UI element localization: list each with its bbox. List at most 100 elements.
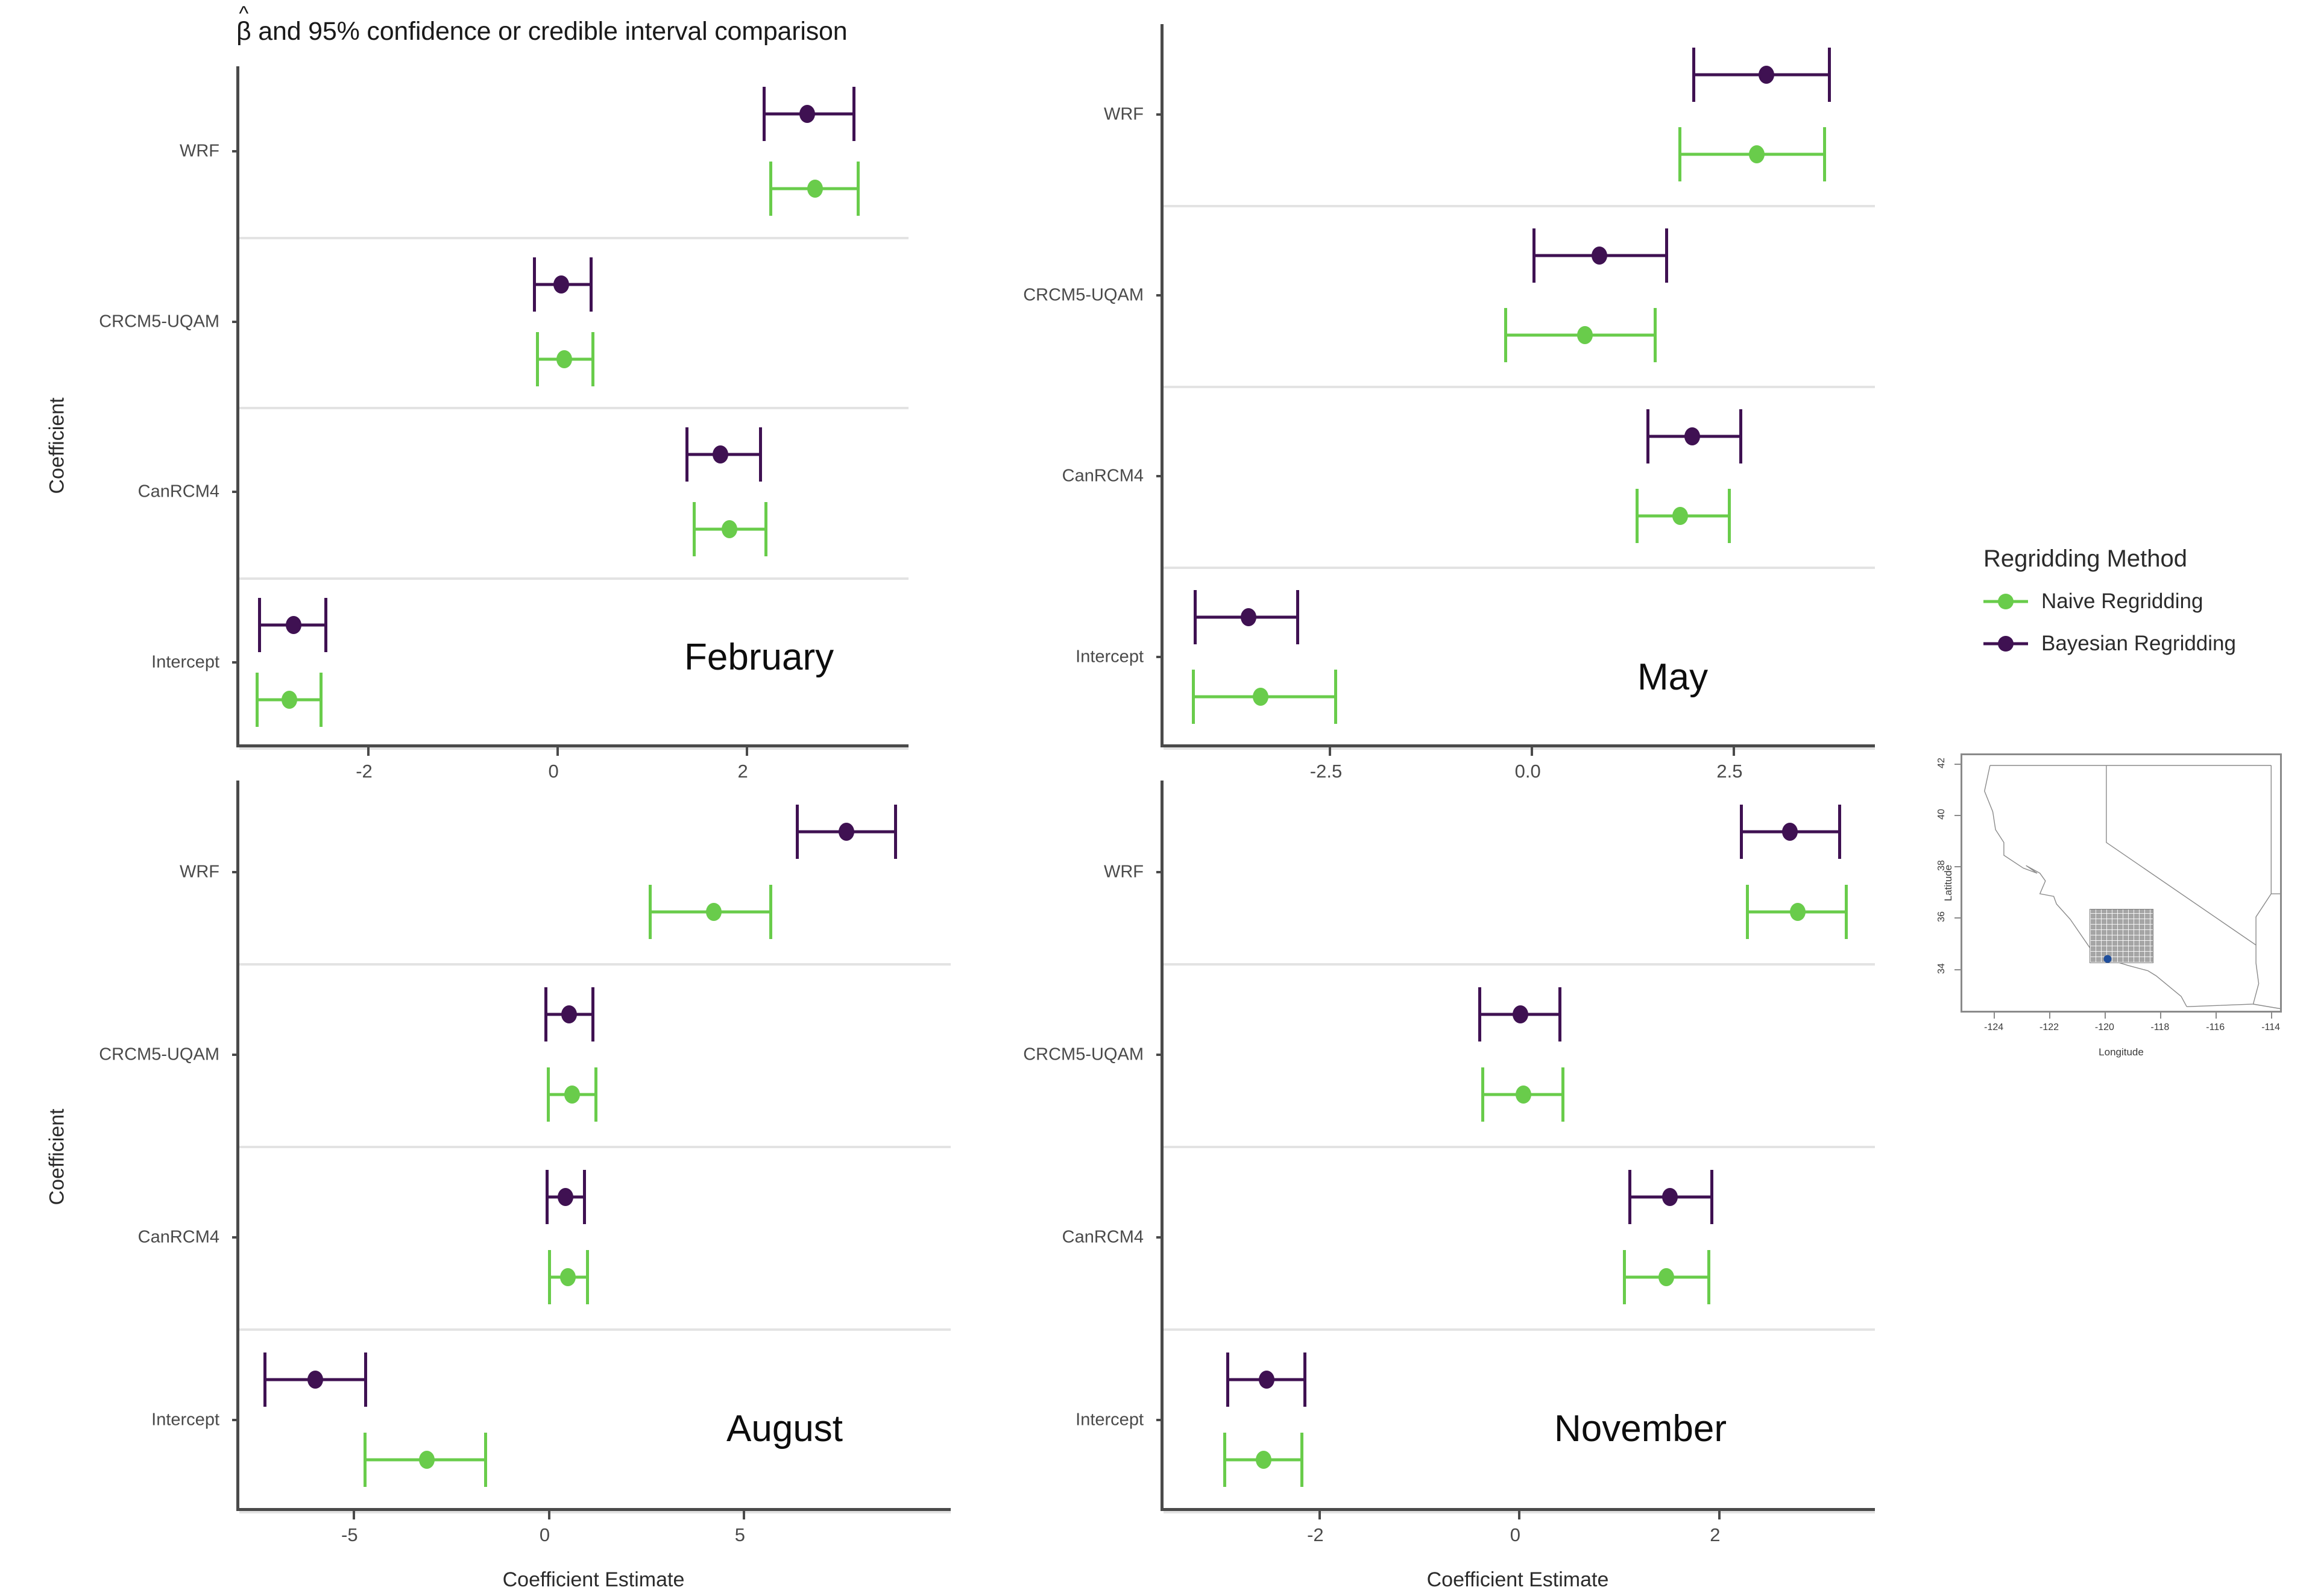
estimate-point <box>1576 326 1593 344</box>
ytick-label-wrf: WRF <box>179 141 219 161</box>
plot-area-august <box>232 781 951 1519</box>
xtick-label: 0 <box>539 1524 550 1545</box>
panel-separator <box>239 1328 951 1331</box>
estimate-point <box>1759 66 1775 84</box>
ytick-mark <box>232 870 239 873</box>
estimate-point <box>1240 608 1256 626</box>
interval-cap-left <box>1678 127 1682 181</box>
interval-cap-left <box>1623 1250 1627 1305</box>
interval-naive-canrcm4 <box>1623 1250 1710 1305</box>
legend-title: Regridding Method <box>1983 545 2187 572</box>
interval-bayesian-intercept <box>263 1352 368 1407</box>
legend-item-naive[interactable]: Naive Regridding <box>1983 589 2236 614</box>
ytick-mark <box>1156 294 1164 297</box>
interval-bayesian-wrf <box>1740 804 1841 859</box>
interval-cap-right <box>585 1250 589 1305</box>
ytick-mark <box>1156 870 1164 873</box>
interval-cap-right <box>1710 1169 1713 1224</box>
interval-naive-crcm5-uqam <box>1504 308 1657 362</box>
xtick-mark <box>1518 1511 1521 1519</box>
ytick-mark <box>232 1418 239 1421</box>
xtick-mark <box>1318 1511 1321 1519</box>
xtick-label: 2.5 <box>1716 761 1743 782</box>
legend-label-bayesian: Bayesian Regridding <box>2041 632 2236 655</box>
xtick-mark <box>556 747 559 756</box>
map-lat-tickmark <box>1954 866 1961 868</box>
estimate-point <box>705 903 722 922</box>
estimate-point <box>1684 427 1701 445</box>
panel-separator <box>1164 963 1875 966</box>
interval-cap-right <box>758 427 762 482</box>
interval-cap-left <box>1193 590 1197 644</box>
interval-cap-left <box>763 87 766 142</box>
xtick-mark <box>746 747 749 756</box>
interval-cap-left <box>1504 308 1508 362</box>
interval-bayesian-canrcm4 <box>1628 1169 1713 1224</box>
estimate-point <box>1515 1085 1531 1104</box>
interval-bayesian-wrf <box>763 87 856 142</box>
ytick-label-intercept: Intercept <box>1076 1410 1144 1429</box>
estimate-point <box>1512 1005 1528 1023</box>
interval-cap-right <box>1845 885 1848 940</box>
month-label-may: May <box>1637 656 1709 698</box>
month-label-february: February <box>684 636 834 678</box>
panel-separator <box>1164 1146 1875 1148</box>
panel-separator <box>1164 205 1875 207</box>
xtick-mark <box>1531 747 1534 756</box>
estimate-point <box>1749 145 1765 163</box>
xtick-mark <box>367 747 370 756</box>
ytick-label-canrcm4: CanRCM4 <box>137 1227 219 1246</box>
panel-separator <box>239 236 909 239</box>
axis-title-y: Coefficient <box>45 1108 69 1205</box>
inset-map: 34 36 38 40 42 -124 -122 -120 -118 -116 -114 Longit… <box>1936 753 2282 1058</box>
estimate-point <box>1782 822 1798 841</box>
interval-cap-left <box>1481 1067 1485 1122</box>
month-label-november: November <box>1554 1408 1727 1450</box>
interval-bayesian-canrcm4 <box>1646 409 1743 463</box>
interval-cap-left <box>1740 804 1743 859</box>
panel-separator <box>239 577 909 580</box>
xtick-mark <box>1329 747 1332 756</box>
interval-cap-right <box>484 1433 488 1488</box>
estimate-point <box>285 615 301 634</box>
interval-cap-right <box>852 87 856 142</box>
xtick-mark <box>547 1511 550 1519</box>
interval-cap-left <box>1646 409 1649 463</box>
legend-label-naive: Naive Regridding <box>2041 589 2203 613</box>
axis-title-x: Coefficient Estimate <box>502 1568 685 1591</box>
figure-root: ^ β and 95% confidence or credible interv… <box>0 0 2315 1596</box>
map-lat-tickmark <box>1954 764 1961 765</box>
estimate-point <box>561 1005 578 1023</box>
interval-cap-right <box>1739 409 1743 463</box>
legend-item-bayesian[interactable]: Bayesian Regridding <box>1983 632 2236 656</box>
ytick-label-wrf: WRF <box>1103 104 1144 124</box>
xtick-label: 5 <box>734 1524 745 1545</box>
interval-cap-left <box>547 1067 550 1122</box>
interval-naive-canrcm4 <box>693 502 768 557</box>
ytick-mark <box>232 491 239 494</box>
xtick-mark <box>1732 747 1735 756</box>
legend-key-bayesian <box>1983 632 2028 656</box>
interval-cap-right <box>1823 127 1827 181</box>
ytick-label-wrf: WRF <box>1103 862 1144 881</box>
interval-bayesian-wrf <box>1692 48 1832 102</box>
california-coast <box>1984 765 2187 1007</box>
map-lon-tickmark <box>2104 1013 2106 1019</box>
map-lon-tickmark <box>1994 1013 1995 1019</box>
panel-separator <box>1164 567 1875 569</box>
state-boundaries <box>1984 765 2280 1010</box>
interval-cap-right <box>591 987 595 1041</box>
study-location-point <box>2103 955 2112 963</box>
estimate-point <box>807 180 823 198</box>
panel-separator <box>1164 747 1875 750</box>
interval-bayesian-intercept <box>1193 590 1299 644</box>
xtick-label: 0 <box>548 761 559 782</box>
estimate-point <box>418 1451 435 1469</box>
interval-cap-right <box>1300 1433 1304 1488</box>
interval-naive-intercept <box>1191 670 1337 724</box>
ytick-mark <box>232 150 239 153</box>
xtick-mark <box>743 1511 746 1519</box>
interval-cap-left <box>1223 1433 1227 1488</box>
map-frame <box>1961 753 2282 1013</box>
estimate-point <box>564 1085 580 1104</box>
